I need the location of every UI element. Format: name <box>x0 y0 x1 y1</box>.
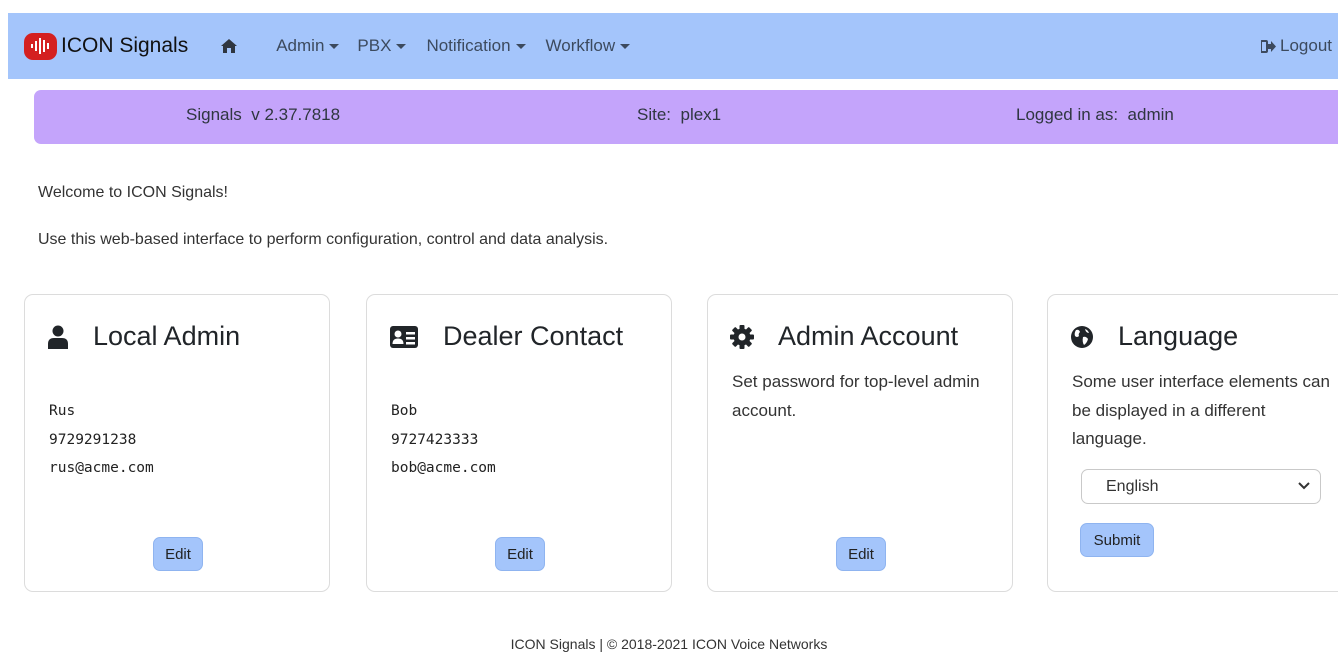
contact-name: Bob <box>391 403 418 419</box>
contact-details: Bob 9727423333 bob@acme.com <box>391 397 496 483</box>
card-title: Language <box>1118 321 1239 351</box>
status-infobar: Signals v 2.37.7818 Site: plex1 Logged i… <box>34 90 1338 144</box>
submit-language-button[interactable]: Submit <box>1080 523 1154 557</box>
logout-label: Logout <box>1280 36 1332 55</box>
contact-name: Rus <box>49 403 76 419</box>
site-text: Site: plex1 <box>637 105 721 125</box>
nav-notification-label: Notification <box>426 36 511 55</box>
gear-icon <box>730 324 754 349</box>
site-value: plex1 <box>680 105 722 124</box>
signals-version-text: Signals v 2.37.7818 <box>186 105 340 125</box>
local-admin-card: Local Admin Rus 9729291238 rus@acme.com … <box>24 294 330 592</box>
contact-phone: 9727423333 <box>391 431 479 448</box>
edit-dealer-contact-button[interactable]: Edit <box>495 537 545 571</box>
address-card-icon <box>390 325 418 348</box>
contact-email: rus@acme.com <box>49 460 154 476</box>
nav-pbx-dropdown[interactable]: PBX <box>357 36 407 56</box>
contact-details: Rus 9729291238 rus@acme.com <box>49 397 154 483</box>
logged-in-text: Logged in as: admin <box>1016 105 1174 125</box>
card-description: Set password for top-level admin account… <box>732 372 980 420</box>
edit-admin-account-button[interactable]: Edit <box>836 537 886 571</box>
language-card: Language Some user interface elements ca… <box>1047 294 1338 592</box>
contact-phone: 9729291238 <box>49 431 137 448</box>
welcome-text: Welcome to ICON Signals! <box>38 184 228 201</box>
chevron-down-icon <box>396 43 407 49</box>
card-header: Local Admin <box>47 321 240 352</box>
card-header: Dealer Contact <box>389 321 623 352</box>
site-label: Site: <box>637 105 672 124</box>
card-title: Admin Account <box>778 321 959 351</box>
logged-in-label: Logged in as: <box>1016 105 1119 124</box>
chevron-down-icon <box>1298 482 1310 490</box>
logout-link[interactable]: Logout <box>1261 13 1332 79</box>
globe-icon <box>1071 325 1093 348</box>
nav-admin-label: Admin <box>276 36 325 55</box>
footer-text: ICON Signals | © 2018-2021 ICON Voice Ne… <box>510 636 828 652</box>
contact-email: bob@acme.com <box>391 460 496 476</box>
signal-wave-icon <box>24 32 57 60</box>
nav-admin-dropdown[interactable]: Admin <box>276 36 340 56</box>
card-title: Dealer Contact <box>443 321 624 351</box>
edit-local-admin-button[interactable]: Edit <box>153 537 203 571</box>
logged-in-user: admin <box>1127 105 1174 124</box>
dealer-contact-card: Dealer Contact Bob 9727423333 bob@acme.c… <box>366 294 672 592</box>
home-icon[interactable] <box>220 37 238 55</box>
user-icon <box>48 325 68 349</box>
nav-workflow-dropdown[interactable]: Workflow <box>546 36 631 56</box>
version-value: v 2.37.7818 <box>251 105 341 124</box>
card-header: Language <box>1070 321 1238 352</box>
language-selected-value: English <box>1106 477 1159 495</box>
chevron-down-icon <box>515 43 526 49</box>
brand-link[interactable]: ICON Signals <box>24 32 189 60</box>
nav-notification-dropdown[interactable]: Notification <box>426 36 526 56</box>
nav-pbx-label: PBX <box>357 36 392 55</box>
language-select[interactable]: English <box>1081 469 1321 504</box>
signals-label: Signals <box>186 105 242 124</box>
card-header: Admin Account <box>730 321 958 352</box>
intro-text: Use this web-based interface to perform … <box>38 231 609 248</box>
nav-workflow-label: Workflow <box>545 36 616 55</box>
chevron-down-icon <box>329 43 340 49</box>
chevron-down-icon <box>620 43 631 49</box>
brand-name: ICON Signals <box>61 34 189 57</box>
logout-icon <box>1261 39 1276 53</box>
admin-account-card: Admin Account Set password for top-level… <box>707 294 1013 592</box>
card-description: Some user interface elements can be disp… <box>1072 372 1330 448</box>
top-navbar: ICON Signals Admin PBX Notification Work… <box>8 13 1338 79</box>
card-title: Local Admin <box>93 321 241 351</box>
